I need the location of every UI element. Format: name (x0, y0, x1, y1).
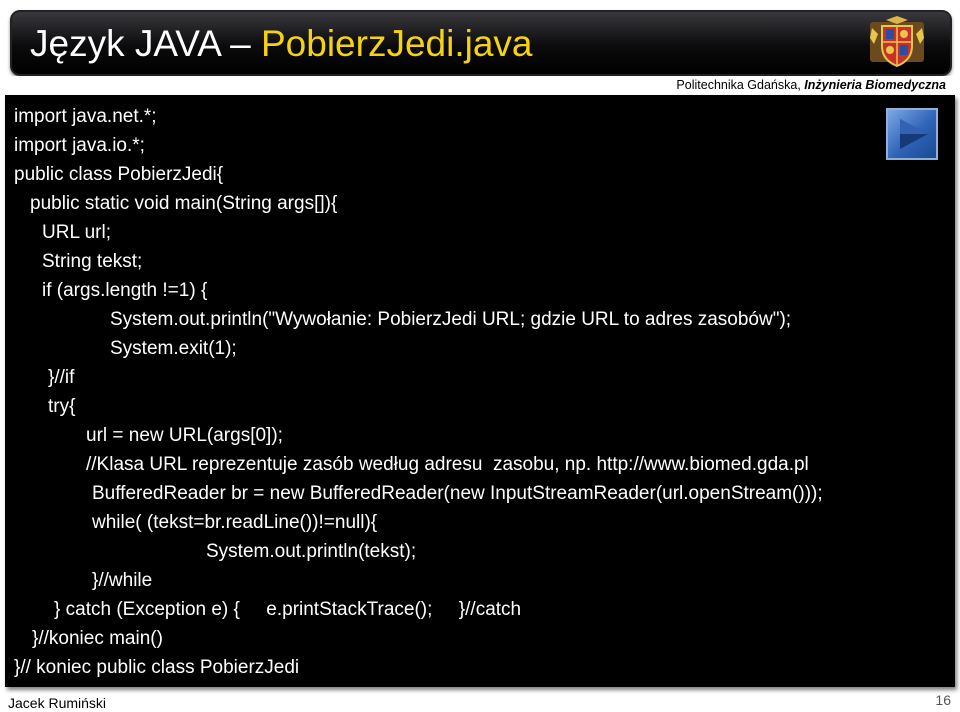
code-line: }//koniec main() (32, 628, 163, 649)
code-line: BufferedReader br = new BufferedReader(n… (92, 483, 823, 504)
code-line: url = new URL(args[0]); (86, 425, 283, 446)
code-line: URL url; (42, 222, 111, 243)
institution-faculty: Inżynieria Biomedyczna (804, 78, 946, 92)
code-line: String tekst; (42, 251, 143, 272)
code-line: }//if (48, 367, 75, 388)
code-line: System.exit(1); (110, 338, 237, 359)
institution-label: Politechnika Gdańska, Inżynieria Biomedy… (676, 76, 946, 94)
code-line: }// koniec public class PobierzJedi (14, 657, 300, 678)
code-line: System.out.println("Wywołanie: PobierzJe… (110, 309, 792, 330)
code-line: try{ (48, 396, 76, 417)
code-line: }//while (92, 570, 153, 591)
page-number: 16 (935, 692, 951, 708)
code-line: import java.net.*; (14, 106, 157, 127)
next-slide-button[interactable] (886, 108, 938, 160)
title-language: Język JAVA – (30, 23, 261, 64)
author-name: Jacek Rumiński (8, 695, 107, 711)
code-line: import java.io.*; (14, 135, 145, 156)
slide-title: Język JAVA – PobierzJedi.java (30, 20, 532, 68)
code-line: public class PobierzJedi{ (14, 164, 224, 185)
institution-name: Politechnika Gdańska, (676, 78, 805, 92)
play-arrow-icon (900, 119, 928, 149)
code-line: public static void main(String args[]){ (30, 193, 338, 214)
code-line: //Klasa URL reprezentuje zasób według ad… (86, 454, 809, 475)
slide: Język JAVA – PobierzJedi.java Politechni… (0, 0, 960, 712)
university-crest-icon (864, 14, 930, 70)
code-line: System.out.println(tekst); (206, 541, 417, 562)
title-filename: PobierzJedi.java (261, 23, 533, 64)
code-line: while( (tekst=br.readLine())!=null){ (92, 512, 378, 533)
code-line: if (args.length !=1) { (42, 280, 208, 301)
code-line: } catch (Exception e) { e.printStackTrac… (54, 599, 522, 620)
